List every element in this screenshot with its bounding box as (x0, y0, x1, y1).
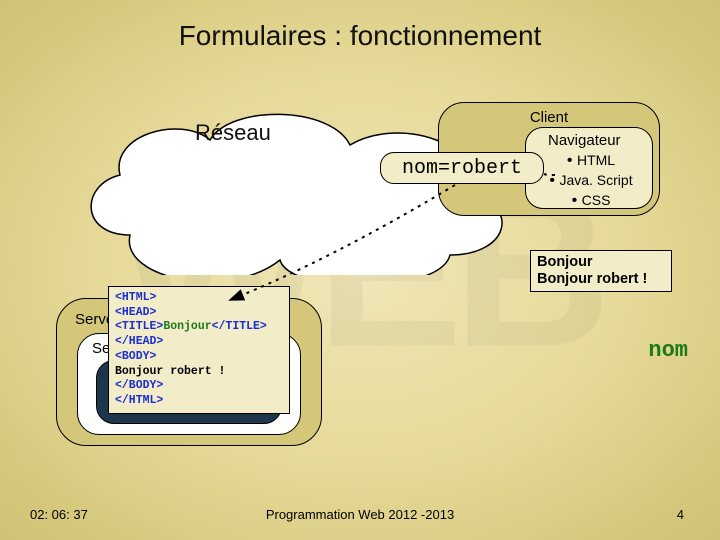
code-box: <HTML> <HEAD> <TITLE>Bonjour</TITLE> </H… (108, 286, 290, 414)
client-label: Client (439, 109, 659, 126)
nom-label: nom (648, 338, 688, 363)
code-l8: </HTML> (115, 394, 163, 407)
code-l3b: Bonjour (163, 320, 211, 333)
query-box: nom=robert (380, 152, 544, 184)
code-l4: </HEAD> (115, 335, 163, 348)
code-l7: </BODY> (115, 379, 163, 392)
slide-title: Formulaires : fonctionnement (0, 20, 720, 52)
network-label: Réseau (195, 120, 271, 146)
footer-page: 4 (677, 507, 684, 522)
code-l5: <BODY> (115, 350, 156, 363)
navigator-title: Navigateur (548, 132, 646, 149)
code-l3a: <TITLE> (115, 320, 163, 333)
result-title: Bonjour (537, 254, 665, 271)
result-body: Bonjour robert ! (537, 271, 665, 288)
nav-item-js: Java. Script (536, 171, 646, 191)
code-l2: <HEAD> (115, 306, 156, 319)
slide: WEB Formulaires : fonctionnement Réseau … (0, 0, 720, 540)
code-l3c: </TITLE> (212, 320, 267, 333)
result-box: Bonjour Bonjour robert ! (530, 250, 672, 292)
query-text: nom=robert (402, 157, 522, 180)
footer-center: Programmation Web 2012 -2013 (0, 507, 720, 522)
code-l1: <HTML> (115, 291, 156, 304)
code-l6: Bonjour robert ! (115, 365, 225, 378)
nav-item-html: HTML (536, 151, 646, 171)
nav-item-css: CSS (536, 191, 646, 211)
navigator-box: Navigateur HTML Java. Script CSS (525, 127, 653, 209)
